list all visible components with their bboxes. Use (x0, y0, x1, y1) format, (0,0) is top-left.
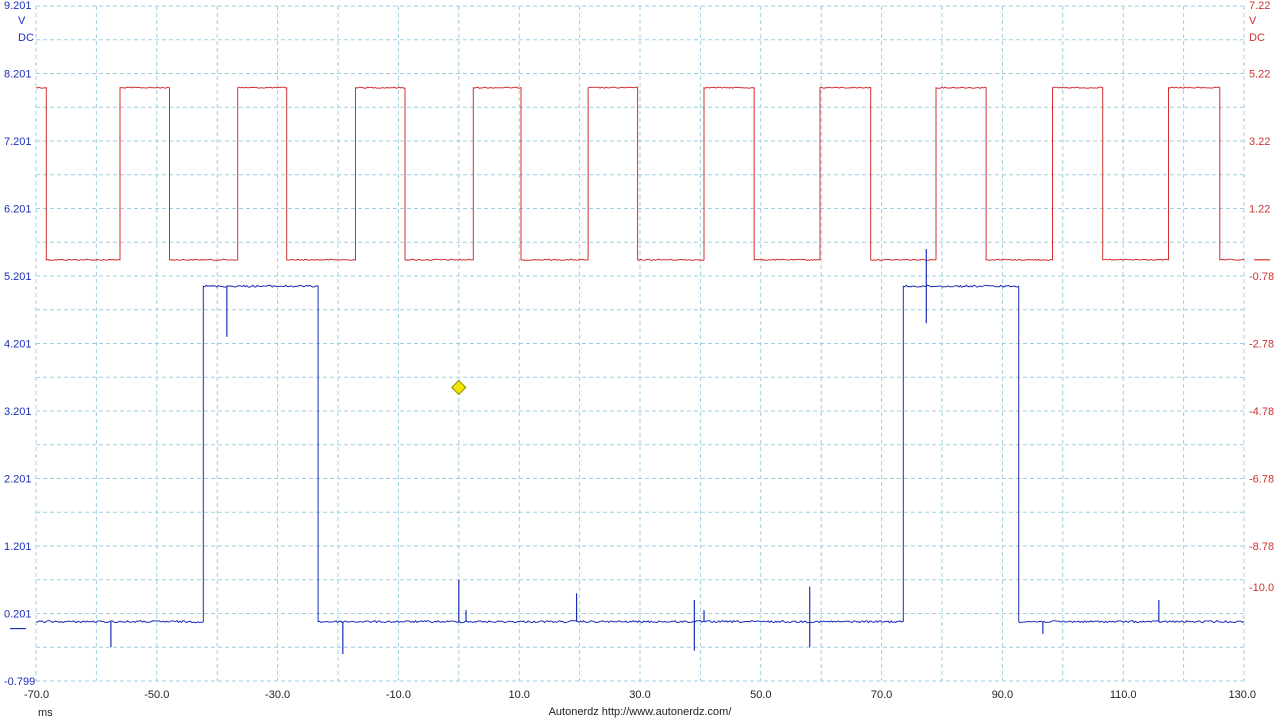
y-left-tick-label: 8.201 (4, 69, 32, 81)
y-left-tick-label: 9.201 (4, 0, 32, 12)
x-tick-label: 130.0 (1228, 689, 1256, 701)
y-right-tick-label: -10.0 (1249, 582, 1274, 594)
x-tick-label: 70.0 (871, 689, 892, 701)
y-right-tick-label: -4.78 (1249, 406, 1274, 418)
y-left-tick-label: -0.799 (4, 676, 35, 688)
y-right-tick-label: 7.22 (1249, 0, 1270, 12)
footer-credit: Autonerdz http://www.autonerdz.com/ (549, 706, 733, 718)
x-tick-label: -50.0 (144, 689, 169, 701)
y-left-tick-label: 1.201 (4, 541, 32, 553)
y-right-coupling: DC (1249, 32, 1265, 44)
y-right-tick-label: 1.22 (1249, 204, 1270, 216)
y-right-tick-label: -0.78 (1249, 271, 1274, 283)
y-left-tick-label: 5.201 (4, 271, 32, 283)
x-tick-label: -30.0 (265, 689, 290, 701)
y-left-tick-label: 7.201 (4, 136, 32, 148)
y-right-tick-label: 5.22 (1249, 69, 1270, 81)
y-right-tick-label: -8.78 (1249, 541, 1274, 553)
x-tick-label: 90.0 (992, 689, 1013, 701)
y-right-tick-label: -6.78 (1249, 474, 1274, 486)
y-left-tick-label: 6.201 (4, 204, 32, 216)
y-right-tick-label: -2.78 (1249, 339, 1274, 351)
y-left-coupling: DC (18, 32, 34, 44)
y-left-unit: V (18, 15, 26, 27)
oscilloscope-chart: 9.201 8.201 7.201 6.201 5.201 4.201 3.201 2.201… (0, 0, 1280, 720)
x-tick-label: -10.0 (386, 689, 411, 701)
y-left-tick-label: 4.201 (4, 339, 32, 351)
x-tick-label: 110.0 (1110, 689, 1137, 701)
y-left-tick-label: 2.201 (4, 474, 32, 486)
x-tick-label: -70.0 (24, 689, 49, 701)
x-tick-label: 10.0 (508, 689, 529, 701)
x-tick-label: 30.0 (629, 689, 650, 701)
x-unit-label: ms (38, 707, 53, 719)
y-left-tick-label: 0.201 (4, 609, 32, 621)
y-left-tick-label: 3.201 (4, 406, 32, 418)
y-right-unit: V (1249, 15, 1257, 27)
y-right-tick-label: 3.22 (1249, 136, 1270, 148)
x-tick-label: 50.0 (750, 689, 771, 701)
